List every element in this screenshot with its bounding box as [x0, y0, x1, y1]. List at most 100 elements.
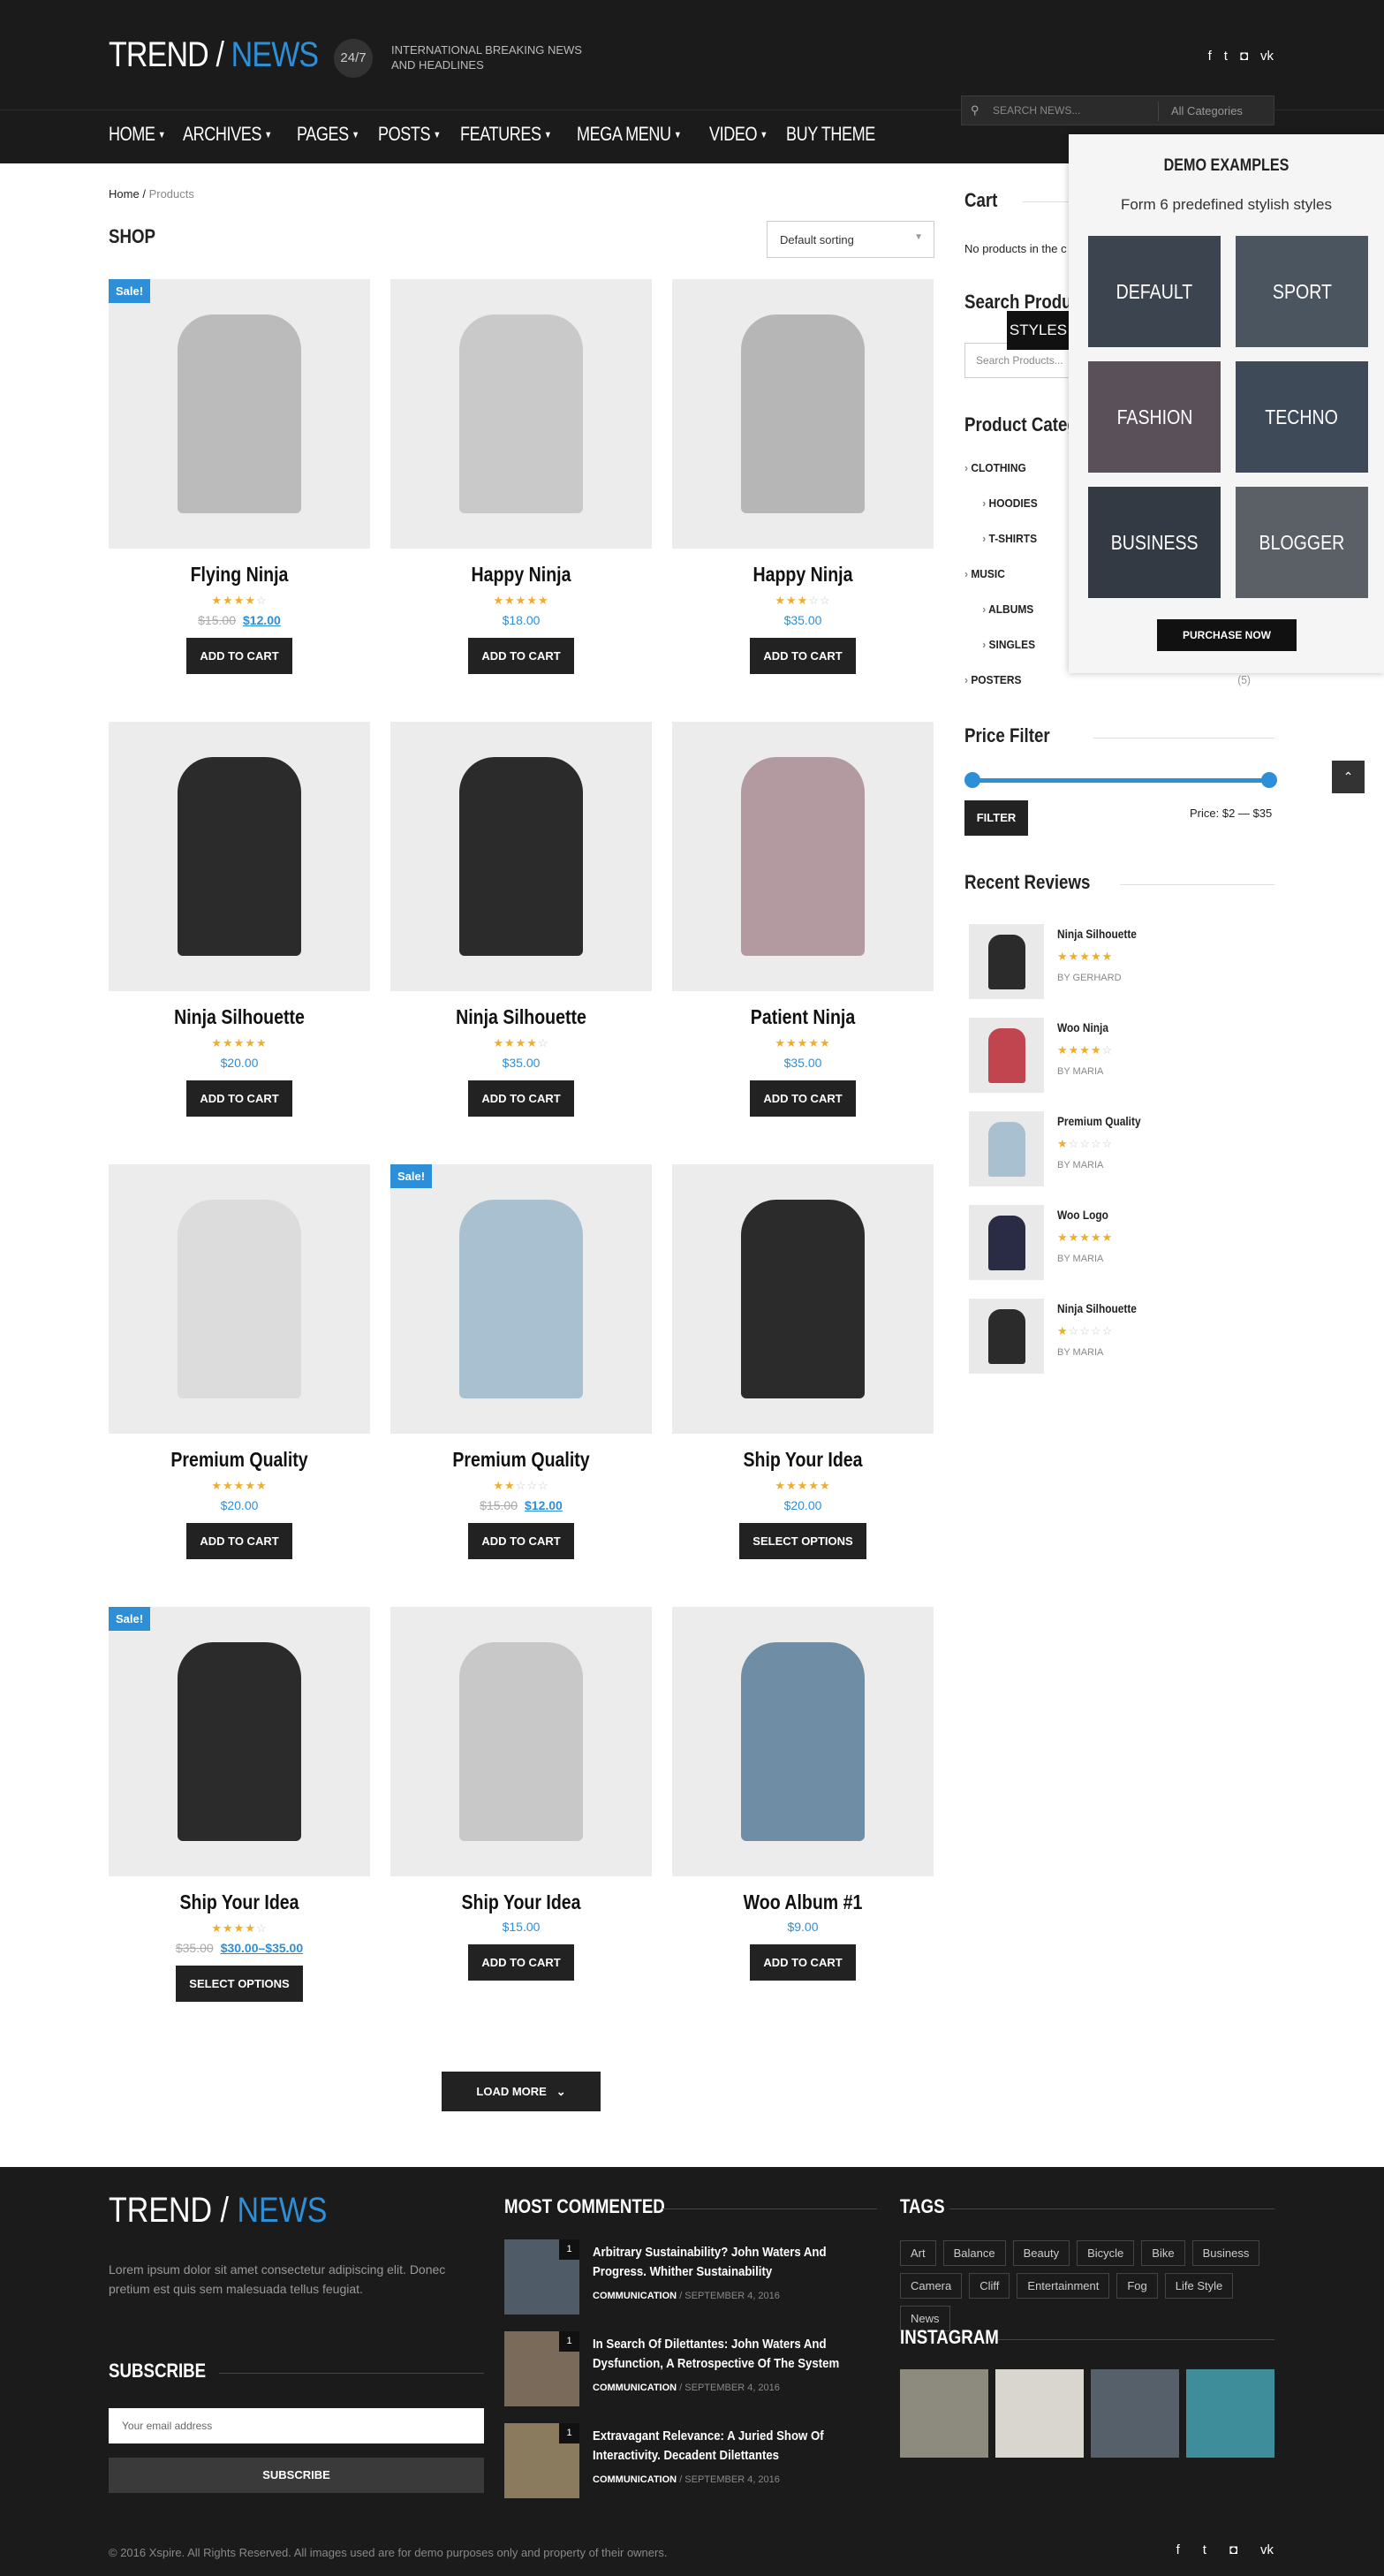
nav-item[interactable]: VIDEO ▼ — [709, 123, 768, 146]
product-image[interactable] — [672, 279, 934, 549]
demo-tile[interactable]: BUSINESS — [1088, 487, 1221, 598]
facebook-icon[interactable]: f — [1176, 2542, 1180, 2557]
instagram-image[interactable] — [995, 2369, 1084, 2458]
post-category[interactable]: COMMUNICATION — [593, 2291, 677, 2301]
product-name[interactable]: Happy Ninja — [410, 563, 632, 587]
vk-icon[interactable]: vk — [1260, 49, 1274, 64]
product-name[interactable]: Ninja Silhouette — [410, 1005, 632, 1029]
post-title[interactable]: Extravagant Relevance: A Juried Show Of … — [593, 2427, 842, 2466]
review-product-name[interactable]: Woo Ninja — [1057, 1020, 1108, 1034]
search-news-box[interactable]: ⚲ SEARCH NEWS... All Categories — [961, 95, 1274, 125]
tag-link[interactable]: Fog — [1116, 2273, 1158, 2299]
add-to-cart-button[interactable]: ADD TO CART — [750, 1080, 856, 1117]
product-image[interactable]: Sale! — [109, 279, 370, 549]
product-image[interactable] — [390, 722, 652, 991]
tag-link[interactable]: Balance — [942, 2240, 1006, 2266]
product-image[interactable]: Sale! — [390, 1164, 652, 1434]
demo-tile[interactable]: FASHION — [1088, 361, 1221, 473]
product-name[interactable]: Woo Album #1 — [692, 1890, 914, 1914]
product-image[interactable] — [109, 1164, 370, 1434]
tag-link[interactable]: Art — [900, 2240, 936, 2266]
category-item[interactable]: › POSTERS (5) — [964, 673, 1251, 708]
nav-item[interactable]: PAGES ▼ — [297, 123, 359, 146]
tag-link[interactable]: Business — [1191, 2240, 1260, 2266]
product-image[interactable] — [390, 279, 652, 549]
post-title[interactable]: Arbitrary Sustainability? John Waters An… — [593, 2243, 842, 2282]
product-image[interactable] — [672, 1164, 934, 1434]
demo-tile[interactable]: BLOGGER — [1236, 487, 1368, 598]
review-product-name[interactable]: Premium Quality — [1057, 1114, 1141, 1128]
subscribe-button[interactable]: SUBSCRIBE — [109, 2458, 484, 2493]
price-slider-min-handle[interactable] — [964, 772, 980, 788]
product-name[interactable]: Ship Your Idea — [692, 1448, 914, 1472]
back-to-top-button[interactable]: ⌃ — [1332, 761, 1365, 793]
tag-link[interactable]: Bicycle — [1077, 2240, 1135, 2266]
review-product-name[interactable]: Ninja Silhouette — [1057, 927, 1137, 941]
nav-item[interactable]: FEATURES ▼ — [460, 123, 552, 146]
product-image[interactable] — [109, 722, 370, 991]
add-to-cart-button[interactable]: ADD TO CART — [750, 1944, 856, 1981]
instagram-image[interactable] — [1186, 2369, 1274, 2458]
post-title[interactable]: In Search Of Dilettantes: John Waters An… — [593, 2335, 842, 2374]
nav-item[interactable]: POSTS ▼ — [378, 123, 441, 146]
product-image[interactable] — [672, 722, 934, 991]
email-field[interactable]: Your email address — [109, 2408, 484, 2443]
demo-tile[interactable]: TECHNO — [1236, 361, 1368, 473]
load-more-button[interactable]: LOAD MORE ⌄ — [442, 2072, 601, 2111]
add-to-cart-button[interactable]: ADD TO CART — [750, 638, 856, 674]
product-name[interactable]: Ninja Silhouette — [128, 1005, 351, 1029]
product-name[interactable]: Premium Quality — [128, 1448, 351, 1472]
add-to-cart-button[interactable]: ADD TO CART — [186, 638, 292, 674]
most-commented-item[interactable]: 1 Arbitrary Sustainability? John Waters A… — [504, 2239, 875, 2319]
tag-link[interactable]: Cliff — [969, 2273, 1010, 2299]
purchase-now-button[interactable]: PURCHASE NOW — [1157, 619, 1297, 651]
add-to-cart-button[interactable]: ADD TO CART — [468, 638, 574, 674]
post-category[interactable]: COMMUNICATION — [593, 2474, 677, 2485]
review-item[interactable]: Premium Quality ★☆☆☆☆ BY MARIA — [969, 1111, 1269, 1189]
review-item[interactable]: Ninja Silhouette ★★★★★ BY GERHARD — [969, 924, 1269, 1002]
vk-icon[interactable]: vk — [1260, 2542, 1274, 2557]
twitter-icon[interactable]: t — [1203, 2542, 1206, 2557]
product-image[interactable] — [390, 1607, 652, 1876]
product-name[interactable]: Patient Ninja — [692, 1005, 914, 1029]
twitter-icon[interactable]: t — [1224, 49, 1228, 64]
tag-link[interactable]: Beauty — [1012, 2240, 1070, 2266]
add-to-cart-button[interactable]: ADD TO CART — [468, 1080, 574, 1117]
facebook-icon[interactable]: f — [1208, 49, 1212, 64]
sort-select[interactable]: Default sorting ▼ — [767, 221, 934, 258]
product-name[interactable]: Happy Ninja — [692, 563, 914, 587]
price-slider-max-handle[interactable] — [1261, 772, 1277, 788]
add-to-cart-button[interactable]: ADD TO CART — [186, 1523, 292, 1559]
product-image[interactable] — [672, 1607, 934, 1876]
tag-link[interactable]: Camera — [900, 2273, 963, 2299]
most-commented-item[interactable]: 1 Extravagant Relevance: A Juried Show Of… — [504, 2423, 875, 2503]
instagram-image[interactable] — [900, 2369, 988, 2458]
demo-tile[interactable]: DEFAULT — [1088, 236, 1221, 347]
footer-logo[interactable]: TREND / NEWS — [109, 2191, 327, 2231]
instagram-icon[interactable]: ◘ — [1240, 49, 1248, 64]
review-product-name[interactable]: Woo Logo — [1057, 1208, 1108, 1222]
category-select[interactable]: All Categories — [1158, 102, 1266, 121]
instagram-icon[interactable]: ◘ — [1229, 2542, 1237, 2557]
search-input[interactable]: SEARCH NEWS... — [993, 104, 1080, 117]
instagram-image[interactable] — [1091, 2369, 1179, 2458]
product-image[interactable]: Sale! — [109, 1607, 370, 1876]
add-to-cart-button[interactable]: ADD TO CART — [186, 1080, 292, 1117]
add-to-cart-button[interactable]: ADD TO CART — [468, 1944, 574, 1981]
select-options-button[interactable]: SELECT OPTIONS — [739, 1523, 866, 1559]
add-to-cart-button[interactable]: ADD TO CART — [468, 1523, 574, 1559]
demo-tile[interactable]: SPORT — [1236, 236, 1368, 347]
styles-tab[interactable]: STYLES — [1007, 311, 1070, 350]
price-slider-track[interactable] — [972, 778, 1268, 783]
product-name[interactable]: Flying Ninja — [128, 563, 351, 587]
review-item[interactable]: Woo Ninja ★★★★☆ BY MARIA — [969, 1018, 1269, 1095]
tag-link[interactable]: Entertainment — [1017, 2273, 1110, 2299]
filter-button[interactable]: FILTER — [964, 800, 1028, 836]
review-item[interactable]: Ninja Silhouette ★☆☆☆☆ BY MARIA — [969, 1299, 1269, 1376]
product-name[interactable]: Premium Quality — [410, 1448, 632, 1472]
product-name[interactable]: Ship Your Idea — [128, 1890, 351, 1914]
nav-item[interactable]: ARCHIVES ▼ — [183, 123, 272, 146]
select-options-button[interactable]: SELECT OPTIONS — [176, 1966, 303, 2002]
review-item[interactable]: Woo Logo ★★★★★ BY MARIA — [969, 1205, 1269, 1283]
post-category[interactable]: COMMUNICATION — [593, 2383, 677, 2393]
